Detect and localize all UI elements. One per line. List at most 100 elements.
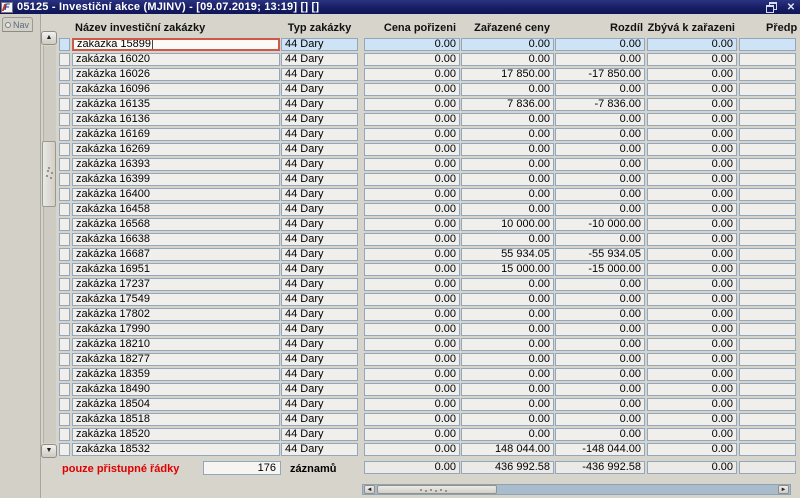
cell-typ[interactable]: 44 Dary <box>281 98 358 111</box>
cell-zbyva[interactable]: 0.00 <box>647 293 737 306</box>
cell-predp[interactable] <box>739 83 796 96</box>
cell-cena[interactable]: 0.00 <box>364 83 460 96</box>
cell-cena[interactable]: 0.00 <box>364 218 460 231</box>
cell-cena[interactable]: 0.00 <box>364 353 460 366</box>
cell-predp[interactable] <box>739 233 796 246</box>
cell-predp[interactable] <box>739 203 796 216</box>
row-indicator[interactable] <box>59 293 70 306</box>
cell-zbyva[interactable]: 0.00 <box>647 158 737 171</box>
cell-zbyva[interactable]: 0.00 <box>647 263 737 276</box>
cell-cena[interactable]: 0.00 <box>364 368 460 381</box>
cell-cena[interactable]: 0.00 <box>364 203 460 216</box>
cell-rozdil[interactable]: 0.00 <box>555 368 645 381</box>
cell-zbyva[interactable]: 0.00 <box>647 113 737 126</box>
cell-zbyva[interactable]: 0.00 <box>647 308 737 321</box>
restore-window-icon[interactable] <box>766 1 778 13</box>
close-window-icon[interactable]: ✕ <box>785 2 797 13</box>
cell-nazev[interactable]: zakázka 16169 <box>72 128 280 141</box>
cell-rozdil[interactable]: 0.00 <box>555 278 645 291</box>
cell-cena[interactable]: 0.00 <box>364 413 460 426</box>
cell-rozdil[interactable]: 0.00 <box>555 188 645 201</box>
cell-predp[interactable] <box>739 68 796 81</box>
cell-zarazene[interactable]: 0.00 <box>461 278 554 291</box>
cell-zarazene[interactable]: 0.00 <box>461 83 554 96</box>
row-indicator[interactable] <box>59 68 70 81</box>
cell-predp[interactable] <box>739 338 796 351</box>
cell-typ[interactable]: 44 Dary <box>281 398 358 411</box>
record-count-field[interactable]: 176 <box>203 461 281 475</box>
row-indicator[interactable] <box>59 278 70 291</box>
cell-cena[interactable]: 0.00 <box>364 443 460 456</box>
cell-rozdil[interactable]: -17 850.00 <box>555 68 645 81</box>
cell-typ[interactable]: 44 Dary <box>281 128 358 141</box>
cell-zbyva[interactable]: 0.00 <box>647 83 737 96</box>
row-indicator[interactable] <box>59 353 70 366</box>
scroll-left-button[interactable]: ◄ <box>364 485 375 494</box>
cell-typ[interactable]: 44 Dary <box>281 233 358 246</box>
cell-zbyva[interactable]: 0.00 <box>647 233 737 246</box>
cell-zarazene[interactable]: 0.00 <box>461 233 554 246</box>
cell-zarazene[interactable]: 0.00 <box>461 173 554 186</box>
cell-rozdil[interactable]: 0.00 <box>555 308 645 321</box>
cell-nazev[interactable]: zakázka 15899 <box>72 38 280 51</box>
cell-zbyva[interactable]: 0.00 <box>647 128 737 141</box>
cell-zbyva[interactable]: 0.00 <box>647 383 737 396</box>
cell-rozdil[interactable]: 0.00 <box>555 383 645 396</box>
cell-zbyva[interactable]: 0.00 <box>647 368 737 381</box>
cell-nazev[interactable]: zakázka 16135 <box>72 98 280 111</box>
cell-typ[interactable]: 44 Dary <box>281 53 358 66</box>
cell-predp[interactable] <box>739 263 796 276</box>
cell-rozdil[interactable]: 0.00 <box>555 38 645 51</box>
cell-rozdil[interactable]: 0.00 <box>555 113 645 126</box>
cell-predp[interactable] <box>739 293 796 306</box>
cell-predp[interactable] <box>739 428 796 441</box>
scroll-right-button[interactable]: ► <box>778 485 789 494</box>
cell-cena[interactable]: 0.00 <box>364 293 460 306</box>
cell-zarazene[interactable]: 0.00 <box>461 338 554 351</box>
cell-zbyva[interactable]: 0.00 <box>647 68 737 81</box>
cell-rozdil[interactable]: -7 836.00 <box>555 98 645 111</box>
cell-zarazene[interactable]: 0.00 <box>461 368 554 381</box>
cell-zarazene[interactable]: 0.00 <box>461 398 554 411</box>
cell-zbyva[interactable]: 0.00 <box>647 398 737 411</box>
cell-cena[interactable]: 0.00 <box>364 428 460 441</box>
cell-cena[interactable]: 0.00 <box>364 128 460 141</box>
cell-typ[interactable]: 44 Dary <box>281 218 358 231</box>
row-indicator[interactable] <box>59 83 70 96</box>
cell-cena[interactable]: 0.00 <box>364 188 460 201</box>
cell-zarazene[interactable]: 0.00 <box>461 53 554 66</box>
cell-zarazene[interactable]: 0.00 <box>461 38 554 51</box>
row-indicator[interactable] <box>59 398 70 411</box>
cell-zbyva[interactable]: 0.00 <box>647 188 737 201</box>
cell-nazev[interactable]: zakázka 16096 <box>72 83 280 96</box>
cell-rozdil[interactable]: 0.00 <box>555 413 645 426</box>
cell-zarazene[interactable]: 0.00 <box>461 293 554 306</box>
cell-cena[interactable]: 0.00 <box>364 308 460 321</box>
cell-predp[interactable] <box>739 128 796 141</box>
row-indicator[interactable] <box>59 113 70 126</box>
cell-nazev[interactable]: zakázka 18504 <box>72 398 280 411</box>
cell-zarazene[interactable]: 0.00 <box>461 428 554 441</box>
cell-predp[interactable] <box>739 143 796 156</box>
cell-typ[interactable]: 44 Dary <box>281 353 358 366</box>
row-indicator[interactable] <box>59 158 70 171</box>
cell-zarazene[interactable]: 0.00 <box>461 353 554 366</box>
cell-zbyva[interactable]: 0.00 <box>647 203 737 216</box>
cell-rozdil[interactable]: -55 934.05 <box>555 248 645 261</box>
cell-nazev[interactable]: zakázka 16951 <box>72 263 280 276</box>
cell-rozdil[interactable]: 0.00 <box>555 128 645 141</box>
cell-zarazene[interactable]: 15 000.00 <box>461 263 554 276</box>
cell-nazev[interactable]: zakázka 16020 <box>72 53 280 66</box>
cell-cena[interactable]: 0.00 <box>364 38 460 51</box>
row-indicator[interactable] <box>59 443 70 456</box>
row-indicator[interactable] <box>59 53 70 66</box>
row-indicator[interactable] <box>59 233 70 246</box>
cell-predp[interactable] <box>739 98 796 111</box>
row-indicator[interactable] <box>59 38 70 51</box>
cell-rozdil[interactable]: 0.00 <box>555 233 645 246</box>
row-indicator[interactable] <box>59 263 70 276</box>
row-indicator[interactable] <box>59 428 70 441</box>
cell-zarazene[interactable]: 0.00 <box>461 188 554 201</box>
cell-rozdil[interactable]: 0.00 <box>555 83 645 96</box>
cell-rozdil[interactable]: 0.00 <box>555 398 645 411</box>
